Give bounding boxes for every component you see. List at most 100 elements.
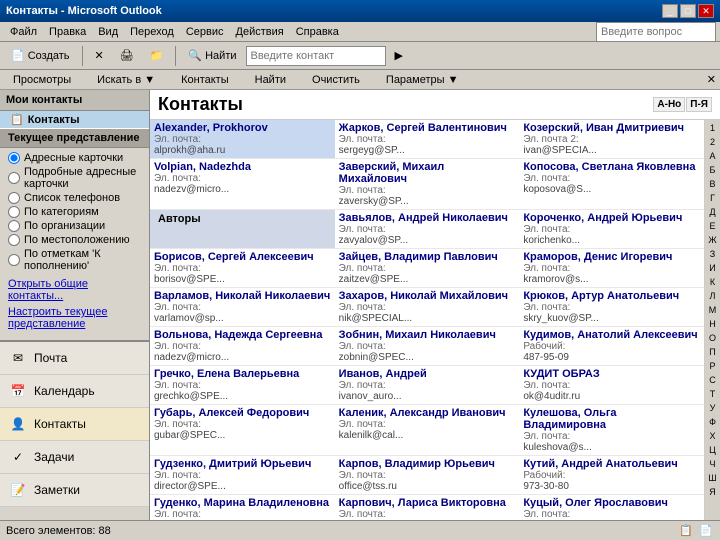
alpha-p[interactable]: П xyxy=(707,346,717,359)
alpha-o[interactable]: О xyxy=(707,332,718,345)
nav-close-icon[interactable]: ✕ xyxy=(707,73,716,86)
contact-cell[interactable]: Вольнова, Надежда Сергеевна Эл. почта: n… xyxy=(150,327,335,366)
contact-cell[interactable]: Завьялов, Андрей Николаевич Эл. почта: z… xyxy=(335,210,520,249)
contact-cell[interactable]: Кутий, Андрей Анатольевич Рабочий: 973-3… xyxy=(519,456,704,495)
nav-mail[interactable]: ✉ Почта xyxy=(0,342,149,375)
alpha-e[interactable]: Е xyxy=(707,220,717,233)
nav-views[interactable]: Просмотры xyxy=(4,72,80,88)
contact-cell[interactable]: Карпович, Лариса Викторовна Эл. почта: k… xyxy=(335,495,520,521)
contact-name: Зайцев, Владимир Павлович xyxy=(339,251,516,263)
close-button[interactable]: ✕ xyxy=(698,4,714,18)
view-address-cards[interactable]: Адресные карточки xyxy=(0,151,149,165)
alpha-2[interactable]: 2 xyxy=(708,136,717,149)
contact-cell[interactable]: Краморов, Денис Игоревич Эл. почта: kram… xyxy=(519,249,704,288)
nav-contacts[interactable]: 👤 Контакты xyxy=(0,408,149,441)
contact-cell[interactable]: Карпов, Владимир Юрьевич Эл. почта: offi… xyxy=(335,456,520,495)
contact-cell[interactable]: Губарь, Алексей Федорович Эл. почта: gub… xyxy=(150,405,335,456)
alpha-l[interactable]: Л xyxy=(708,290,718,303)
alpha-1[interactable]: 1 xyxy=(708,122,717,135)
alpha-ch[interactable]: Ч xyxy=(708,458,718,471)
contact-cell[interactable]: Alexander, Prokhorov Эл. почта: alprokh@… xyxy=(150,120,335,159)
contact-cell[interactable]: Гуденко, Марина Владиленовна Эл. почта: … xyxy=(150,495,335,521)
find-button[interactable]: 🔍 Найти xyxy=(181,45,243,67)
print-button[interactable]: 🖨 xyxy=(113,45,141,67)
contact-cell[interactable]: Volpian, Nadezhda Эл. почта: nadezv@micr… xyxy=(150,159,335,210)
alpha-i[interactable]: И xyxy=(707,262,717,275)
alpha-k[interactable]: К xyxy=(708,276,717,289)
menu-help[interactable]: Справка xyxy=(290,24,345,40)
create-button[interactable]: 📄 Создать xyxy=(4,45,77,67)
contact-cell[interactable]: Куцый, Олег Ярославович Эл. почта: kutzy… xyxy=(519,495,704,521)
alpha-t[interactable]: Т xyxy=(708,388,718,401)
help-input[interactable] xyxy=(596,22,716,42)
move-button[interactable]: 📁 xyxy=(143,45,171,67)
alpha-ya[interactable]: Я xyxy=(707,486,718,499)
contact-cell[interactable]: Зобнин, Михаил Николаевич Эл. почта: zob… xyxy=(335,327,520,366)
contact-cell[interactable]: Кулешова, Ольга Владимировна Эл. почта: … xyxy=(519,405,704,456)
contact-cell[interactable]: Копосова, Светлана Яковлевна Эл. почта: … xyxy=(519,159,704,210)
alpha-a[interactable]: А xyxy=(707,150,717,163)
nav-calendar[interactable]: 📅 Календарь xyxy=(0,375,149,408)
view-by-org[interactable]: По организации xyxy=(0,219,149,233)
alpha-b[interactable]: Б xyxy=(708,164,718,177)
alpha-r[interactable]: Р xyxy=(707,360,717,373)
open-shared-contacts-link[interactable]: Открыть общие контакты... xyxy=(0,276,149,304)
contact-cell[interactable]: Крюков, Артур Анатольевич Эл. почта: skr… xyxy=(519,288,704,327)
alpha-s[interactable]: С xyxy=(707,374,718,387)
menu-go[interactable]: Переход xyxy=(124,24,180,40)
view-by-flag[interactable]: По отметкам 'К пополнению' xyxy=(0,247,149,273)
contact-cell[interactable]: Короченко, Андрей Юрьевич Эл. почта: kor… xyxy=(519,210,704,249)
menu-actions[interactable]: Действия xyxy=(230,24,290,40)
alpha-m[interactable]: М xyxy=(707,304,719,317)
view-detailed-cards[interactable]: Подробные адресные карточки xyxy=(0,165,149,191)
alpha-a-no[interactable]: А-Но xyxy=(653,97,685,112)
alpha-d[interactable]: Д xyxy=(707,206,717,219)
nav-find[interactable]: Найти xyxy=(246,72,295,88)
contact-cell[interactable]: Борисов, Сергей Алексеевич Эл. почта: bo… xyxy=(150,249,335,288)
contact-cell[interactable]: Авторы xyxy=(150,210,335,249)
contact-cell[interactable]: Варламов, Николай Николаевич Эл. почта: … xyxy=(150,288,335,327)
alpha-g[interactable]: Г xyxy=(708,192,717,205)
view-by-location[interactable]: По местоположению xyxy=(0,233,149,247)
contact-cell[interactable]: Заверский, Михаил Михайлович Эл. почта: … xyxy=(335,159,520,210)
alpha-v[interactable]: В xyxy=(707,178,717,191)
contact-cell[interactable]: Гудзенко, Дмитрий Юрьевич Эл. почта: dir… xyxy=(150,456,335,495)
contact-cell[interactable]: Козерский, Иван Дмитриевич Эл. почта 2: … xyxy=(519,120,704,159)
menu-service[interactable]: Сервис xyxy=(180,24,230,40)
alpha-sh[interactable]: Ш xyxy=(706,472,718,485)
alpha-zh[interactable]: Ж xyxy=(706,234,718,247)
contact-cell[interactable]: Зайцев, Владимир Павлович Эл. почта: zai… xyxy=(335,249,520,288)
contact-cell[interactable]: Иванов, Андрей Эл. почта: ivanov_auro... xyxy=(335,366,520,405)
customize-view-link[interactable]: Настроить текущее представление xyxy=(0,304,149,332)
view-by-category[interactable]: По категориям xyxy=(0,205,149,219)
alpha-z[interactable]: З xyxy=(708,248,717,261)
view-phone-list[interactable]: Список телефонов xyxy=(0,191,149,205)
nav-clear[interactable]: Очистить xyxy=(303,72,369,88)
alpha-f[interactable]: Ф xyxy=(707,416,718,429)
delete-button[interactable]: ✕ xyxy=(88,45,111,67)
nav-search-in[interactable]: Искать в ▼ xyxy=(88,72,164,88)
menu-file[interactable]: Файл xyxy=(4,24,43,40)
nav-notes[interactable]: 📝 Заметки xyxy=(0,474,149,507)
maximize-button[interactable]: □ xyxy=(680,4,696,18)
alpha-h[interactable]: Х xyxy=(707,430,717,443)
alpha-u[interactable]: У xyxy=(708,402,718,415)
contact-search-input[interactable] xyxy=(246,46,386,66)
alpha-n[interactable]: Н xyxy=(707,318,718,331)
alpha-ts[interactable]: Ц xyxy=(707,444,718,457)
contact-cell[interactable]: Захаров, Николай Михайлович Эл. почта: n… xyxy=(335,288,520,327)
contact-cell[interactable]: Жарков, Сергей Валентинович Эл. почта: s… xyxy=(335,120,520,159)
contact-cell[interactable]: Каленик, Александр Иванович Эл. почта: k… xyxy=(335,405,520,456)
search-go-button[interactable]: ▶ xyxy=(388,45,410,67)
nav-contacts[interactable]: Контакты xyxy=(172,72,238,88)
menu-edit[interactable]: Правка xyxy=(43,24,92,40)
nav-params[interactable]: Параметры ▼ xyxy=(377,72,468,88)
nav-tasks[interactable]: ✓ Задачи xyxy=(0,441,149,474)
contact-cell[interactable]: Гречко, Елена Валерьевна Эл. почта: grec… xyxy=(150,366,335,405)
sidebar-contacts-item[interactable]: 📋 Контакты xyxy=(0,111,149,128)
contact-cell[interactable]: КУДИТ ОБРАЗ Эл. почта: ok@4uditr.ru xyxy=(519,366,704,405)
contact-cell[interactable]: Кудимов, Анатолий Алексеевич Рабочий: 48… xyxy=(519,327,704,366)
alpha-p-ya[interactable]: П-Я xyxy=(686,97,712,112)
menu-view[interactable]: Вид xyxy=(92,24,124,40)
minimize-button[interactable]: _ xyxy=(662,4,678,18)
